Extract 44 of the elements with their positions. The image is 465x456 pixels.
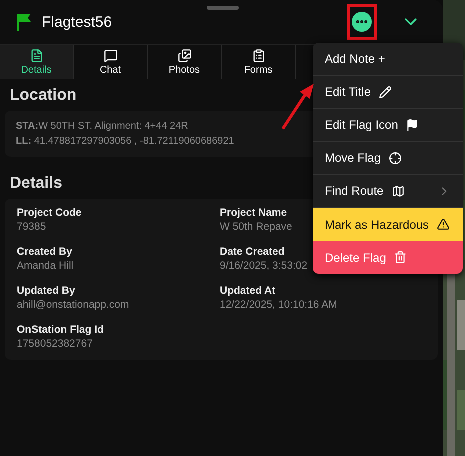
menu-item[interactable]: Move Flag: [313, 142, 463, 175]
field-value: ahill@onstationapp.com: [17, 299, 130, 311]
warning-icon: [437, 218, 450, 231]
form-icon: [252, 48, 266, 62]
menu-item[interactable]: Mark as Hazardous: [313, 208, 463, 241]
pencil-icon: [379, 86, 392, 98]
section-heading: Details: [10, 175, 62, 193]
field-label: Project Name: [220, 207, 288, 219]
field-value: 12/22/2025, 10:10:16 AM: [220, 299, 338, 311]
trash-icon: [394, 251, 408, 264]
crosshair-icon: [389, 152, 402, 164]
menu-item[interactable]: Edit Title: [313, 76, 463, 109]
field-value: 9/16/2025, 3:53:02: [220, 260, 308, 272]
photos-icon: [178, 48, 192, 62]
document-icon: [30, 48, 44, 62]
section-heading: Location: [10, 87, 77, 105]
field-label: Updated By: [17, 285, 76, 297]
tab[interactable]: Photos: [148, 45, 222, 79]
menu-item[interactable]: Find Route: [313, 175, 463, 208]
flag-title: Flagtest56: [42, 14, 114, 30]
field-label: Created By: [17, 246, 72, 258]
drag-handle[interactable]: [207, 6, 239, 10]
coordinates-text: LL: 41.478817297903056 , -81.72119060686921: [16, 135, 234, 149]
chat-icon: [104, 48, 118, 62]
menu-item[interactable]: Edit Flag Icon: [313, 109, 463, 142]
tab[interactable]: Details: [0, 45, 74, 79]
more-button[interactable]: [352, 12, 372, 32]
field-value: 1758052382767: [17, 338, 93, 350]
tab[interactable]: Chat: [74, 45, 148, 79]
menu-item[interactable]: Delete Flag: [313, 241, 463, 274]
field-label: Project Code: [17, 207, 82, 219]
field-label: Updated At: [220, 285, 276, 297]
field-value: 79385: [17, 221, 46, 233]
map-icon: [392, 184, 405, 198]
annotation-arrow: [280, 82, 316, 132]
field-value: W 50th Repave: [220, 221, 292, 233]
tab[interactable]: Forms: [222, 45, 296, 79]
field-label: OnStation Flag Id: [17, 324, 104, 336]
station-text: STA:W 50TH ST. Alignment: 4+44 24R: [16, 120, 188, 134]
field-label: Date Created: [220, 246, 285, 258]
menu-item[interactable]: Add Note +: [313, 43, 463, 76]
flag-icon: [16, 13, 32, 31]
flag-icon: [406, 118, 420, 132]
field-value: Amanda Hill: [17, 260, 74, 272]
